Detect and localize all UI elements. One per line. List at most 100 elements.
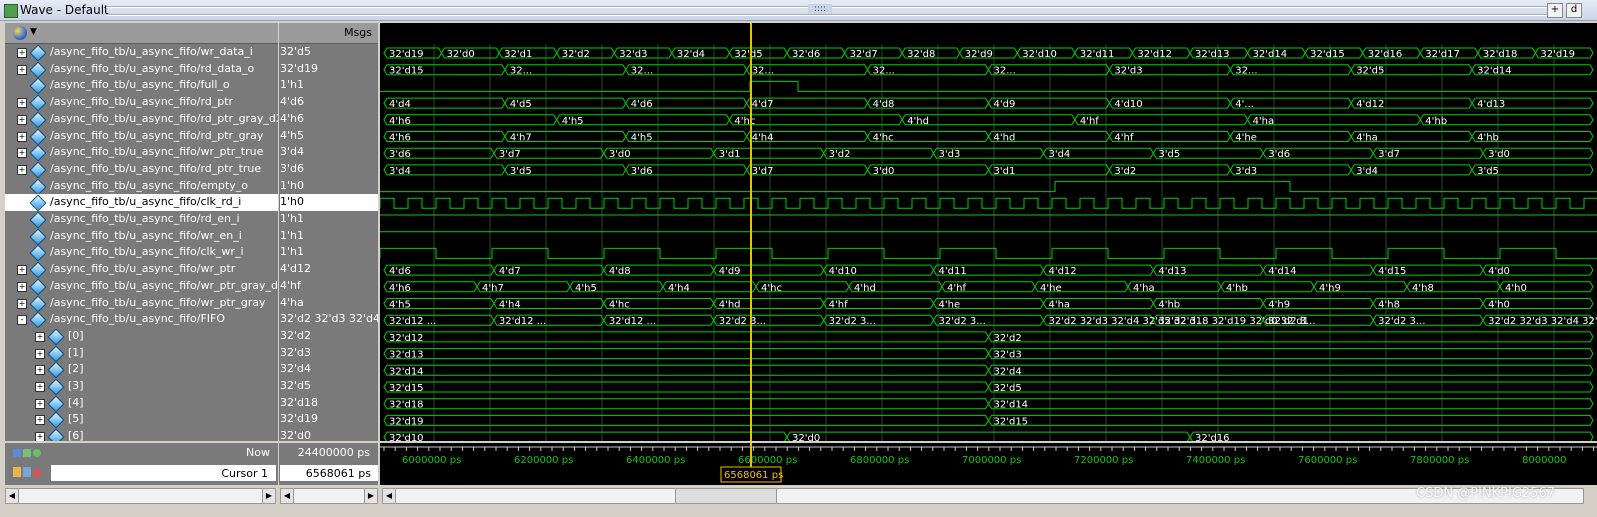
waveform-row[interactable]: 4'h6 4'h5 4'hc 4'hd 4'hf 4'ha 4'hb: [383, 114, 1594, 127]
signal-row[interactable]: + [6]: [5, 428, 278, 441]
waveform-row[interactable]: [380, 247, 1597, 259]
names-scrollbar[interactable]: ◀ ▶: [5, 488, 276, 504]
scroll-left-button[interactable]: ◀: [383, 489, 396, 503]
chevron-down-icon[interactable]: ▼: [30, 27, 37, 37]
signal-name: /async_fifo_tb/u_async_fifo/full_o: [50, 78, 230, 92]
waveform-row[interactable]: [380, 181, 1597, 193]
scroll-right-button[interactable]: ▶: [364, 489, 377, 503]
plus-icon[interactable]: [33, 449, 41, 457]
expand-icon[interactable]: +: [17, 164, 27, 175]
signal-row[interactable]: + [0]: [5, 328, 278, 346]
signal-row[interactable]: /async_fifo_tb/u_async_fifo/full_o: [5, 77, 278, 95]
expand-icon[interactable]: +: [35, 432, 45, 441]
signal-row[interactable]: + /async_fifo_tb/u_async_fifo/rd_ptr: [5, 94, 278, 112]
signal-row[interactable]: + [3]: [5, 378, 278, 396]
signal-row[interactable]: + /async_fifo_tb/u_async_fifo/rd_ptr_true: [5, 161, 278, 179]
waveform-row[interactable]: 32'd15 32... 32... 32... 32... 32... 32'd3 32..…: [383, 64, 1594, 77]
values-scrollbar[interactable]: ◀ ▶: [280, 488, 378, 504]
waveform-row[interactable]: 32'd12 32'd2: [383, 331, 1594, 344]
toolbar-icons[interactable]: [13, 447, 43, 457]
ruler-svg[interactable]: 6000000 ps 6200000 ps 6400000 ps 6600000 ps…: [380, 443, 1597, 485]
window-title: Wave - Default: [20, 3, 109, 17]
signal-row[interactable]: + /async_fifo_tb/u_async_fifo/rd_ptr_gray…: [5, 111, 278, 129]
signal-row[interactable]: + [4]: [5, 395, 278, 413]
signal-row[interactable]: /async_fifo_tb/u_async_fifo/clk_wr_i: [5, 244, 278, 262]
cursor-tools[interactable]: [13, 467, 43, 479]
waveform-row[interactable]: 32'd19 32'd0 32'd1 32'd2 32'd3 32'd4 32'd5 32'd…: [383, 47, 1594, 60]
expand-icon[interactable]: +: [17, 281, 27, 292]
signal-row[interactable]: /async_fifo_tb/u_async_fifo/empty_o: [5, 178, 278, 196]
signal-row[interactable]: - /async_fifo_tb/u_async_fifo/FIFO: [5, 311, 278, 329]
waveform-row[interactable]: 32'd15 32'd5: [383, 381, 1594, 394]
signal-row[interactable]: + [1]: [5, 345, 278, 363]
expand-icon[interactable]: +: [35, 398, 45, 409]
cursor-row[interactable]: Cursor 1: [51, 465, 276, 481]
expand-icon[interactable]: +: [17, 298, 27, 309]
wave-tool-icon[interactable]: [13, 26, 27, 40]
signal-row[interactable]: + /async_fifo_tb/u_async_fifo/wr_ptr_gray…: [5, 278, 278, 296]
waveform-row[interactable]: [380, 80, 1597, 92]
signal-row[interactable]: + /async_fifo_tb/u_async_fifo/wr_ptr_gray: [5, 295, 278, 312]
signal-row[interactable]: /async_fifo_tb/u_async_fifo/wr_en_i: [5, 228, 278, 246]
expand-icon[interactable]: +: [35, 415, 45, 426]
time-ruler[interactable]: 6000000 ps 6200000 ps 6400000 ps 6600000 ps…: [380, 443, 1597, 485]
signal-value: 32'd5: [280, 45, 312, 58]
pencil-icon[interactable]: [23, 467, 31, 477]
waveform-row[interactable]: 32'd19 32'd15: [383, 414, 1594, 427]
scroll-left-button[interactable]: ◀: [6, 489, 19, 503]
expand-icon[interactable]: +: [17, 114, 27, 125]
expand-icon[interactable]: +: [35, 348, 45, 359]
signal-row[interactable]: + /async_fifo_tb/u_async_fifo/rd_data_o: [5, 61, 278, 79]
signal-row[interactable]: + /async_fifo_tb/u_async_fifo/wr_data_i: [5, 44, 278, 62]
signal-row[interactable]: /async_fifo_tb/u_async_fifo/rd_en_i: [5, 211, 278, 229]
expand-icon[interactable]: +: [35, 331, 45, 342]
dock-button[interactable]: d: [1566, 3, 1582, 18]
waveform-row[interactable]: 3'd4 3'd5 3'd6 3'd7 3'd0 3'd1 3'd2 3'd3 3'd4 3'd5: [383, 164, 1594, 177]
waveform-row[interactable]: 32'd12 ... 32'd12 ... 32'd12 ... 32'd2 3...…: [383, 314, 1597, 327]
waveform-row[interactable]: 32'd18 32'd14: [383, 398, 1594, 411]
waveform-row[interactable]: 4'd6 4'd7 4'd8 4'd9 4'd10 4'd11 4'd12 4'd13 4'd1…: [383, 264, 1594, 277]
expand-icon[interactable]: +: [17, 98, 27, 109]
waveform-row[interactable]: 4'h6 4'h7 4'h5 4'h4 4'hc 4'hd 4'hf 4'he 4'ha 4'hb…: [383, 281, 1594, 294]
scroll-left-button[interactable]: ◀: [281, 489, 294, 503]
expand-icon[interactable]: +: [17, 265, 27, 276]
cursor-value-box: 6568061 ps: [280, 465, 378, 481]
expand-icon[interactable]: +: [17, 131, 27, 142]
waveform-row[interactable]: 32'd10 32'd0 32'd16: [383, 431, 1594, 441]
lock-icon[interactable]: [13, 467, 21, 477]
waveform-row[interactable]: [380, 197, 1597, 209]
maximize-button[interactable]: +: [1547, 3, 1563, 18]
signal-name-pane[interactable]: ▼ + /async_fifo_tb/u_async_fifo/wr_data_i…: [5, 23, 278, 441]
waveform-canvas[interactable]: 32'd19 32'd0 32'd1 32'd2 32'd3 32'd4 32'd5 32'd…: [380, 23, 1597, 441]
monitor-icon[interactable]: [13, 449, 21, 457]
signal-row[interactable]: + /async_fifo_tb/u_async_fifo/rd_ptr_gray: [5, 128, 278, 145]
expand-icon[interactable]: +: [17, 64, 27, 75]
signal-row[interactable]: + /async_fifo_tb/u_async_fifo/wr_ptr_true: [5, 144, 278, 162]
waveform-row[interactable]: 4'h5 4'h4 4'hc 4'hd 4'hf 4'he 4'ha 4'hb 4'h9 4'h8…: [383, 298, 1594, 311]
expand-icon[interactable]: +: [35, 382, 45, 392]
scroll-right-button[interactable]: ▶: [262, 489, 275, 503]
expand-icon[interactable]: +: [17, 48, 27, 58]
waveform-svg[interactable]: 32'd19 32'd0 32'd1 32'd2 32'd3 32'd4 32'd5 32'd…: [380, 23, 1597, 441]
scroll-thumb[interactable]: [675, 489, 777, 503]
waveform-row[interactable]: 32'd14 32'd4: [383, 364, 1594, 377]
waveform-row[interactable]: 32'd13 32'd3: [383, 348, 1594, 361]
wave-scrollbar[interactable]: ◀: [382, 488, 1584, 504]
signal-row[interactable]: /async_fifo_tb/u_async_fifo/clk_rd_i: [5, 194, 278, 212]
signal-row[interactable]: + /async_fifo_tb/u_async_fifo/wr_ptr: [5, 261, 278, 279]
signal-row[interactable]: + [5]: [5, 411, 278, 429]
dock-handle[interactable]: ::::: [808, 4, 832, 14]
add-icon[interactable]: [23, 449, 31, 457]
waveform-row[interactable]: 3'd6 3'd7 3'd0 3'd1 3'd2 3'd3 3'd4 3'd5 3'd6 3'd7…: [383, 147, 1594, 160]
value-pane[interactable]: Msgs 32'd5 32'd19 1'h1 4'd6 4'h6 4'h5 3'd4 3'd6…: [279, 23, 378, 441]
expand-icon[interactable]: +: [35, 365, 45, 376]
signal-row[interactable]: + [2]: [5, 361, 278, 379]
waveform-row[interactable]: 4'h6 4'h7 4'h5 4'h4 4'hc 4'hd 4'hf 4'he 4'ha 4'hb: [383, 131, 1594, 144]
bus-value-label: 32'd2 3...: [939, 316, 986, 327]
bus-icon: [47, 428, 65, 441]
ruler-label: 6000000 ps: [402, 455, 461, 466]
collapse-icon[interactable]: -: [17, 315, 27, 326]
expand-icon[interactable]: +: [17, 148, 27, 159]
waveform-row[interactable]: 4'd4 4'd5 4'd6 4'd7 4'd8 4'd9 4'd10 4'... 4'd12 4…: [383, 97, 1594, 110]
remove-icon[interactable]: [33, 469, 41, 477]
